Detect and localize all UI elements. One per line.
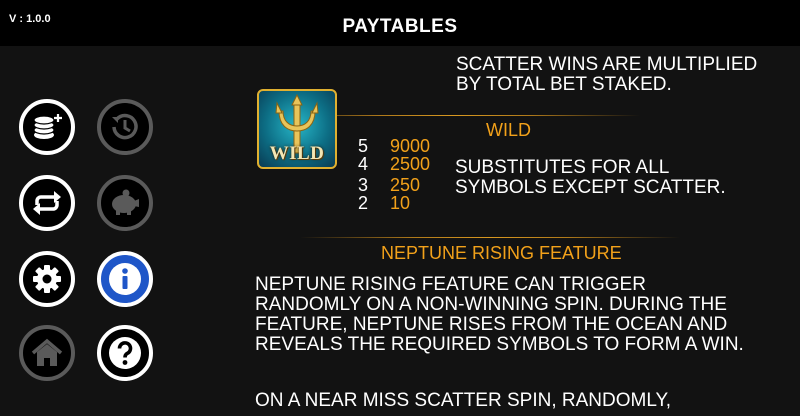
pay-row: 4 2500 (358, 155, 430, 173)
feature-text-line-2: RANDOMLY ON A NON-WINNING SPIN. DURING T… (255, 294, 727, 315)
help-button[interactable] (97, 325, 153, 381)
question-icon (109, 337, 141, 369)
pay-count: 3 (358, 175, 369, 195)
scatter-text-line-2: BY TOTAL BET STAKED. (456, 74, 672, 95)
scatter-text-line-1: SCATTER WINS ARE MULTIPLIED (456, 54, 758, 75)
pay-amount: 250 (390, 175, 421, 195)
bet-button[interactable] (19, 99, 75, 155)
page-title: PAYTABLES (342, 16, 458, 37)
wild-description-line-1: SUBSTITUTES FOR ALL (455, 157, 670, 178)
bank-button[interactable] (97, 175, 153, 231)
feature-text-line-1: NEPTUNE RISING FEATURE CAN TRIGGER (255, 274, 646, 295)
pay-count: 5 (358, 136, 369, 156)
autoplay-button[interactable] (19, 175, 75, 231)
pay-count: 2 (358, 193, 369, 213)
info-icon (109, 263, 141, 295)
wild-symbol-label: WILD (269, 143, 325, 164)
pay-amount: 9000 (390, 136, 431, 156)
wild-title: WILD (486, 120, 531, 140)
home-button[interactable] (19, 325, 75, 381)
pay-count: 4 (358, 154, 369, 174)
repeat-icon (33, 191, 61, 215)
header-bar: V : 1.0.0 PAYTABLES (0, 0, 800, 46)
history-button[interactable] (97, 99, 153, 155)
pay-amount: 10 (390, 193, 411, 213)
gear-icon (33, 265, 61, 293)
pay-row: 2 10 (358, 194, 410, 212)
pay-amount: 2500 (390, 154, 431, 174)
feature-text-line-3: FEATURE, NEPTUNE RISES FROM THE OCEAN AN… (255, 314, 728, 335)
pay-row: 3 250 (358, 176, 420, 194)
info-button[interactable] (97, 251, 153, 307)
coins-plus-icon (33, 114, 62, 139)
history-icon (112, 113, 138, 140)
feature-title: NEPTUNE RISING FEATURE (381, 243, 622, 263)
wild-symbol-image: WILD (257, 89, 337, 169)
pay-row: 5 9000 (358, 137, 430, 155)
piggy-bank-icon (112, 189, 139, 215)
home-icon (31, 338, 63, 366)
wild-description-line-2: SYMBOLS EXCEPT SCATTER. (455, 177, 726, 198)
feature-text-line-5: ON A NEAR MISS SCATTER SPIN, RANDOMLY, (255, 390, 671, 411)
settings-button[interactable] (19, 251, 75, 307)
section-divider (300, 237, 680, 238)
feature-text-line-4: REVEALS THE REQUIRED SYMBOLS TO FORM A W… (255, 334, 744, 355)
